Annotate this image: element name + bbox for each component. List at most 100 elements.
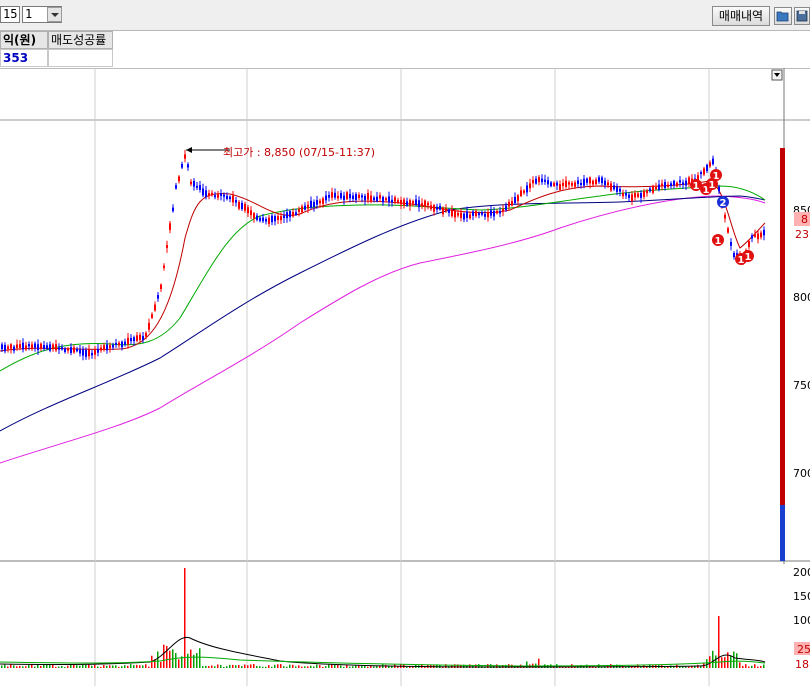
current-price-label: 8 [801,213,808,226]
candle-body [259,217,261,221]
candle-body [451,210,453,217]
volume-bar [754,664,756,668]
candle-body [154,304,156,311]
candle-body [466,211,468,218]
candle-body [208,193,210,196]
volume-bar [253,664,255,668]
profit-header: 익(원) [0,31,48,49]
volume-spike-bar [718,616,720,668]
volume-bar [49,664,51,668]
svg-text:1: 1 [745,252,752,263]
volume-bar [100,666,102,668]
stock-chart[interactable]: 850 800 750 700 8 23 200 150 100 25 18 최… [0,67,810,686]
volume-bar [310,665,312,668]
candle-body [160,284,162,290]
floppy-disk-icon[interactable] [794,7,810,25]
price-tick: 700 [793,467,810,480]
volume-bar [259,666,261,668]
candle-body [277,216,279,220]
volume-bar [79,665,81,668]
volume-bar [712,650,714,668]
candle-body [394,197,396,202]
volume-spike-bar [184,568,186,668]
candle-body [370,195,372,201]
volume-bar [292,664,294,668]
volume-bar [289,664,291,668]
volume-bar [61,665,63,668]
candle-body [439,205,441,210]
candle-body [673,180,675,186]
candle-body [67,348,69,351]
candle-body [619,188,621,192]
candle-body [82,349,84,356]
candle-body [238,201,240,209]
volume-bar [52,664,54,668]
volume-bar [76,665,78,668]
candle-body [397,200,399,203]
volume-spike-bar [166,646,168,668]
candle-body [568,182,570,185]
current-change-label: 23 [795,228,809,241]
volume-bar [739,662,741,668]
volume-bar [325,666,327,668]
candle-body [106,344,108,351]
volume-bar [742,665,744,668]
volume-bar [757,666,759,668]
volume-tick: 100 [793,614,810,627]
volume-bar [16,666,18,668]
volume-bar [316,664,318,668]
folder-open-icon[interactable] [774,7,792,25]
volume-bar [469,664,471,668]
volume-bar [112,665,114,668]
volume-bar [106,665,108,668]
volume-bar [133,665,135,668]
candle-body [133,337,135,342]
volume-bar [298,665,300,668]
candle-body [94,348,96,355]
candle-body [712,158,714,165]
candle-body [205,190,207,197]
trade-history-button[interactable]: 매매내역 [712,6,770,26]
candle-body [559,184,561,190]
candle-body [118,342,120,346]
candle-body [151,314,153,318]
candle-body [637,193,639,197]
candle-body [136,335,138,341]
candle-body [166,245,168,248]
collapse-icon[interactable] [771,69,783,81]
candle-body [316,200,318,205]
candle-body [679,180,681,183]
volume-bar [733,651,735,668]
volume-bar [241,666,243,668]
sell-success-rate-value [48,49,113,67]
candle-body [298,209,300,212]
sell-success-rate-header: 매도성공률 [48,31,113,49]
candle-body [508,202,510,207]
period-input[interactable]: 15 [0,6,20,23]
candle-body [385,198,387,201]
candle-body [529,183,531,189]
volume-bar [751,665,753,668]
candle-body [511,201,513,206]
candle-body [499,210,501,214]
volume-bar [715,655,717,668]
candle-body [727,228,729,233]
candle-body [37,344,39,351]
volume-bar [226,666,228,668]
candle-body [538,177,540,183]
volume-bar [760,666,762,668]
volume-bar [196,653,198,668]
candle-body [616,186,618,192]
candle-body [670,183,672,187]
volume-bar [148,666,150,668]
volume-bar [238,664,240,668]
candle-body [391,199,393,203]
candle-body [343,195,345,201]
candle-body [433,205,435,212]
candle-body [145,332,147,337]
chevron-down-icon[interactable] [47,7,62,22]
volume-bar [205,665,207,668]
candle-body [703,168,705,175]
candle-body [235,199,237,203]
candle-body [592,180,594,185]
